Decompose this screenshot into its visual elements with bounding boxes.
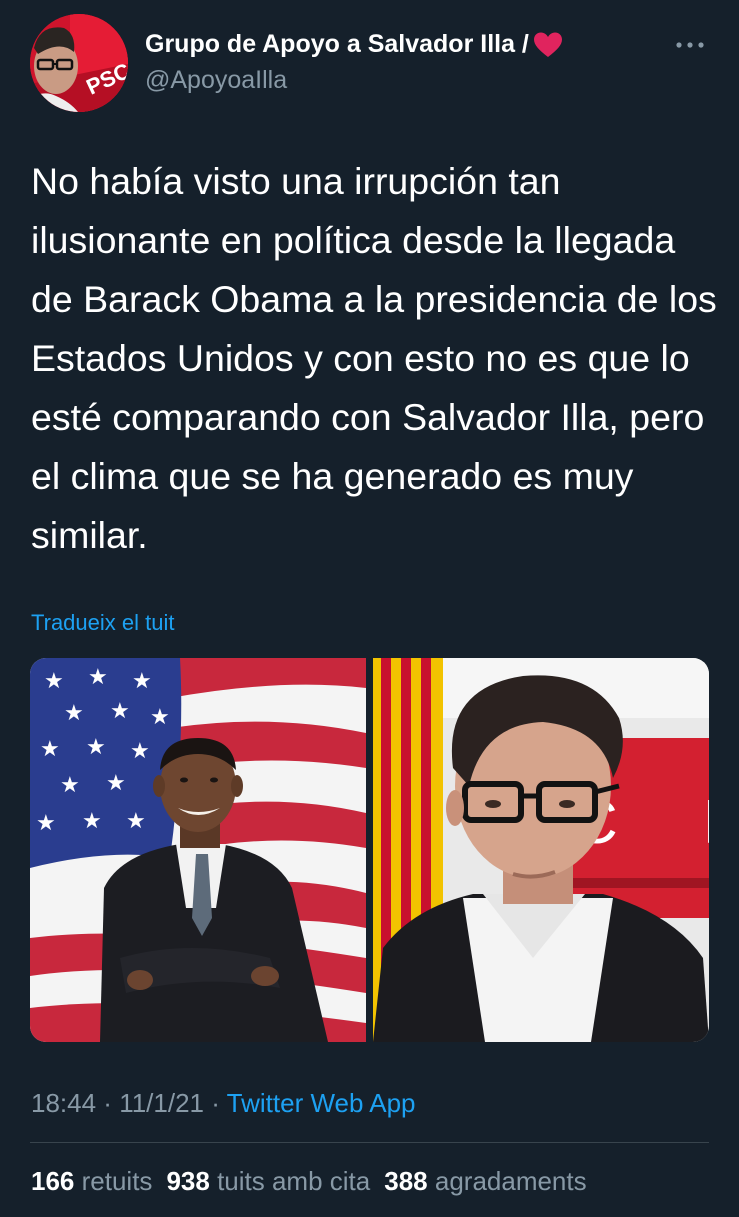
media-photo-right[interactable]: C F bbox=[373, 658, 709, 1042]
svg-text:★: ★ bbox=[88, 665, 108, 690]
retweets-count: 166 bbox=[31, 1166, 75, 1196]
quotes-count: 938 bbox=[166, 1166, 210, 1196]
svg-text:★: ★ bbox=[40, 737, 60, 762]
svg-text:★: ★ bbox=[110, 699, 130, 724]
svg-text:★: ★ bbox=[82, 809, 102, 834]
translate-tweet-link[interactable]: Tradueix el tuit bbox=[31, 610, 174, 636]
svg-text:★: ★ bbox=[130, 739, 150, 764]
svg-text:★: ★ bbox=[150, 705, 170, 730]
likes-count: 388 bbox=[384, 1166, 428, 1196]
tweet-time[interactable]: 18:44 bbox=[31, 1088, 96, 1118]
author-name[interactable]: Grupo de Apoyo a Salvador Illa / bbox=[145, 30, 563, 59]
tweet-meta: 18:44 · 11/1/21 · Twitter Web App bbox=[31, 1088, 416, 1119]
author-handle[interactable]: @ApoyoaIlla bbox=[145, 66, 287, 95]
more-options-button[interactable] bbox=[670, 30, 710, 60]
svg-text:★: ★ bbox=[132, 669, 152, 694]
author-avatar[interactable]: PSC bbox=[30, 14, 128, 112]
svg-text:★: ★ bbox=[126, 809, 146, 834]
quotes-stat[interactable]: 938 tuits amb cita bbox=[166, 1166, 370, 1197]
meta-separator: · bbox=[96, 1088, 120, 1118]
svg-text:★: ★ bbox=[44, 669, 64, 694]
tweet: PSC Grupo de Apoyo a Salvador Illa / @Ap… bbox=[0, 0, 739, 1217]
svg-text:★: ★ bbox=[106, 771, 126, 796]
retweets-stat[interactable]: 166 retuits bbox=[31, 1166, 152, 1197]
photo-flag-portrait: ★ ★ ★ ★ ★ ★ ★ ★ ★ ★ ★ ★ ★ ★ bbox=[30, 658, 366, 1042]
quotes-label: tuits amb cita bbox=[217, 1166, 371, 1196]
tweet-stats: 166 retuits 938 tuits amb cita 388 agrad… bbox=[31, 1166, 587, 1197]
svg-text:★: ★ bbox=[86, 735, 106, 760]
media-gallery: ★ ★ ★ ★ ★ ★ ★ ★ ★ ★ ★ ★ ★ ★ C bbox=[30, 658, 709, 1042]
tweet-source-link[interactable]: Twitter Web App bbox=[227, 1088, 416, 1118]
more-options-icon bbox=[676, 42, 704, 48]
tweet-text: No había visto una irrupción tan ilusion… bbox=[31, 160, 717, 556]
retweets-label: retuits bbox=[81, 1166, 153, 1196]
media-photo-left[interactable]: ★ ★ ★ ★ ★ ★ ★ ★ ★ ★ ★ ★ ★ ★ bbox=[30, 658, 366, 1042]
heart-icon bbox=[533, 32, 562, 57]
photo-portrait: C F bbox=[373, 658, 709, 1042]
divider bbox=[30, 1142, 709, 1143]
svg-text:★: ★ bbox=[36, 811, 56, 836]
likes-label: agradaments bbox=[434, 1166, 587, 1196]
author-name-text[interactable]: Grupo de Apoyo a Salvador Illa / bbox=[145, 30, 529, 59]
likes-stat[interactable]: 388 agradaments bbox=[384, 1166, 586, 1197]
svg-text:★: ★ bbox=[64, 701, 84, 726]
svg-text:★: ★ bbox=[60, 773, 80, 798]
tweet-date[interactable]: 11/1/21 bbox=[119, 1088, 204, 1118]
meta-separator-2: · bbox=[204, 1088, 227, 1118]
